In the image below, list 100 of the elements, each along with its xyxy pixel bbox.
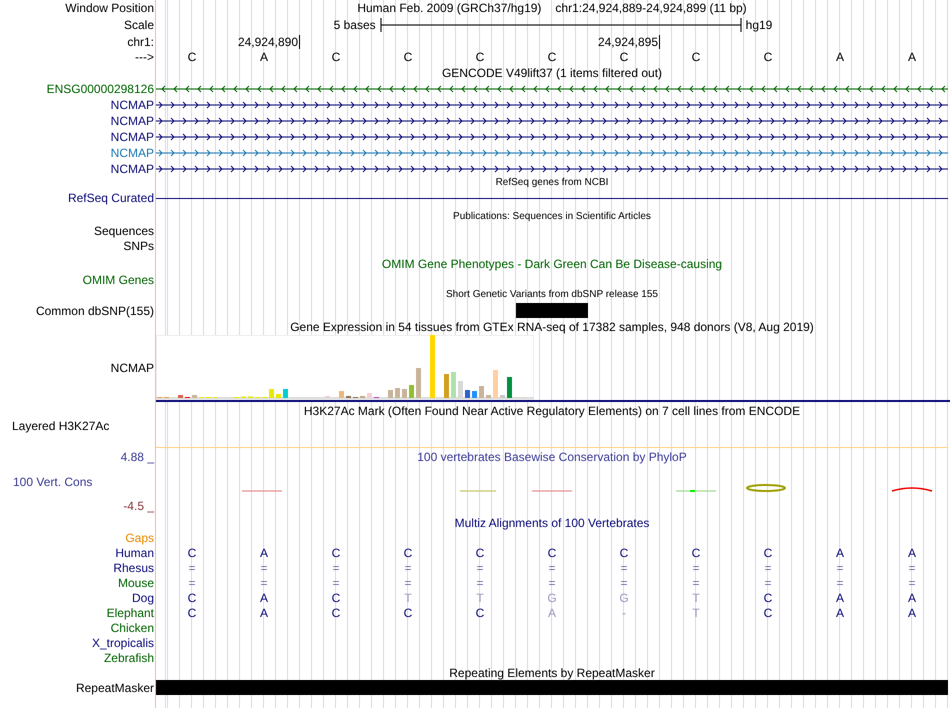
alignment-base: C bbox=[764, 606, 772, 620]
species-label[interactable]: Elephant bbox=[106, 606, 154, 620]
species-label[interactable]: Rhesus bbox=[113, 560, 154, 574]
track-label: SNPs bbox=[123, 238, 154, 252]
species-label[interactable]: Human bbox=[115, 546, 154, 560]
alignment-base: G bbox=[547, 590, 557, 604]
alignment-base: = bbox=[548, 560, 556, 574]
track-title: Multiz Alignments of 100 Vertebrates bbox=[454, 516, 650, 530]
alignment-base: A bbox=[548, 606, 556, 620]
alignment-base: C bbox=[332, 606, 340, 620]
gene-label[interactable]: NCMAP bbox=[110, 130, 154, 144]
gene-label[interactable]: NCMAP bbox=[110, 162, 154, 176]
track-title: 100 vertebrates Basewise Conservation by PhyloP bbox=[417, 450, 687, 464]
alignment-base: C bbox=[332, 546, 340, 560]
alignment-base: = bbox=[836, 576, 844, 590]
track-title: Short Genetic Variants from dbSNP release 155 bbox=[446, 289, 658, 301]
alignment-base: A bbox=[836, 546, 844, 560]
row-label: ---> bbox=[135, 50, 154, 64]
alignment-base: = bbox=[692, 560, 700, 574]
alignment-base: C bbox=[620, 546, 628, 560]
gene-label[interactable]: NCMAP bbox=[110, 146, 154, 160]
row-label: chr1: bbox=[127, 34, 154, 48]
gene-label[interactable]: NCMAP bbox=[110, 98, 154, 112]
alignment-base: = bbox=[692, 576, 700, 590]
alignment-base: T bbox=[692, 606, 700, 620]
track-title: Publications: Sequences in Scientific Articles bbox=[453, 211, 651, 223]
coordinate-tick: 24,924,890 bbox=[238, 34, 300, 48]
gene-strand-line[interactable] bbox=[156, 134, 948, 140]
alignment-base: C bbox=[188, 606, 196, 620]
gene-strand-line[interactable] bbox=[156, 118, 948, 124]
species-label[interactable]: Zebrafish bbox=[104, 650, 154, 664]
base-letter: C bbox=[692, 50, 700, 64]
alignment-base: T bbox=[404, 590, 412, 604]
alignment-base: = bbox=[476, 576, 484, 590]
track-label: OMIM Genes bbox=[82, 273, 154, 287]
base-letter: C bbox=[188, 50, 196, 64]
axis-max-label: 4.88 _ bbox=[120, 450, 154, 464]
base-letter: C bbox=[404, 50, 412, 64]
alignment-base: - bbox=[622, 606, 626, 620]
alignment-base: C bbox=[548, 546, 556, 560]
alignment-base: = bbox=[548, 576, 556, 590]
base-letter: A bbox=[836, 50, 844, 64]
gene-strand-line[interactable] bbox=[156, 102, 948, 108]
gene-label[interactable]: ENSG00000298126 bbox=[46, 82, 154, 96]
alignment-base: T bbox=[692, 590, 700, 604]
base-letter: C bbox=[332, 50, 340, 64]
alignment-base: A bbox=[260, 606, 268, 620]
alignment-base: A bbox=[260, 590, 268, 604]
scale-assembly: hg19 bbox=[746, 18, 772, 32]
species-label[interactable]: X_tropicalis bbox=[92, 636, 154, 650]
alignment-base: C bbox=[476, 606, 484, 620]
track-label: 100 Vert. Cons bbox=[12, 474, 92, 488]
species-label[interactable]: Mouse bbox=[118, 576, 154, 590]
track-title: Gene Expression in 54 tissues from GTEx RNA-seq of 17382 samples, 948 donors (V8, Aug 2019) bbox=[290, 320, 814, 334]
alignment-base: A bbox=[836, 606, 844, 620]
base-letter: C bbox=[548, 50, 556, 64]
species-label[interactable]: Dog bbox=[132, 590, 154, 604]
track-label: Gaps bbox=[125, 530, 154, 544]
track-label: Layered H3K27Ac bbox=[12, 419, 110, 433]
alignment-base: A bbox=[908, 590, 916, 604]
alignment-base: C bbox=[332, 590, 340, 604]
track-label: RefSeq Curated bbox=[68, 191, 154, 205]
row-label: Window Position bbox=[65, 1, 154, 15]
axis-min-label: -4.5 _ bbox=[123, 499, 154, 513]
base-letter: C bbox=[620, 50, 628, 64]
gene-strand-line[interactable] bbox=[156, 166, 948, 172]
alignment-base: C bbox=[692, 546, 700, 560]
track-label: NCMAP bbox=[110, 360, 154, 374]
alignment-base: = bbox=[764, 560, 772, 574]
alignment-base: = bbox=[908, 576, 916, 590]
alignment-base: = bbox=[404, 560, 412, 574]
track-title: GENCODE V49lift37 (1 items filtered out) bbox=[442, 66, 662, 80]
track-label: Sequences bbox=[94, 224, 154, 238]
alignment-base: C bbox=[476, 546, 484, 560]
alignment-base: = bbox=[908, 560, 916, 574]
base-letter: A bbox=[260, 50, 268, 64]
assembly-name: Human Feb. 2009 (GRCh37/hg19) bbox=[357, 1, 542, 15]
track-label: Common dbSNP(155) bbox=[36, 304, 154, 318]
alignment-base: = bbox=[332, 560, 340, 574]
alignment-base: G bbox=[619, 590, 629, 604]
alignment-base: = bbox=[188, 576, 196, 590]
alignment-base: = bbox=[260, 576, 268, 590]
alignment-base: = bbox=[404, 576, 412, 590]
row-label: Scale bbox=[124, 18, 154, 32]
coordinate-tick: 24,924,895 bbox=[598, 34, 660, 48]
alignment-base: = bbox=[332, 576, 340, 590]
track-title: Repeating Elements by RepeatMasker bbox=[449, 666, 655, 680]
species-label[interactable]: Chicken bbox=[110, 620, 154, 634]
alignment-base: = bbox=[764, 576, 772, 590]
alignment-base: C bbox=[764, 546, 772, 560]
gene-label[interactable]: NCMAP bbox=[110, 114, 154, 128]
alignment-base: C bbox=[404, 606, 412, 620]
alignment-base: A bbox=[260, 546, 268, 560]
alignment-base: A bbox=[908, 546, 916, 560]
gene-strand-line[interactable] bbox=[156, 86, 948, 92]
alignment-base: = bbox=[188, 560, 196, 574]
track-title: OMIM Gene Phenotypes - Dark Green Can Be Disease-causing bbox=[382, 257, 722, 271]
alignment-base: = bbox=[260, 560, 268, 574]
alignment-base: C bbox=[404, 546, 412, 560]
alignment-base: = bbox=[476, 560, 484, 574]
